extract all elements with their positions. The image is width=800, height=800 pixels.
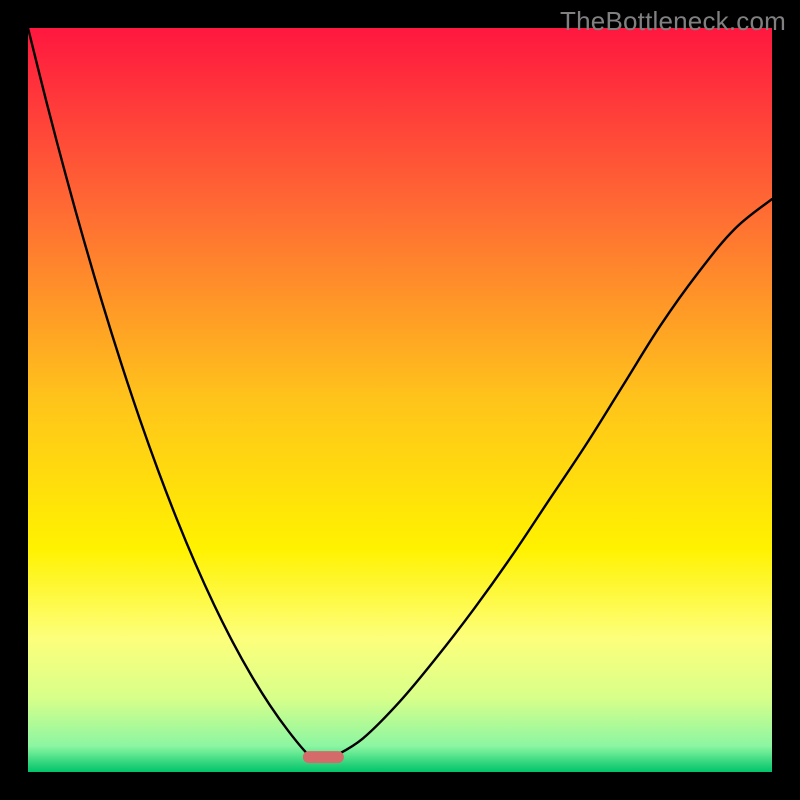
chart-frame: TheBottleneck.com	[0, 0, 800, 800]
gradient-background	[28, 28, 772, 772]
chart-svg	[28, 28, 772, 772]
bottom-marker	[303, 751, 344, 763]
plot-area	[28, 28, 772, 772]
marker-pill	[303, 751, 344, 763]
watermark-text: TheBottleneck.com	[560, 6, 786, 37]
